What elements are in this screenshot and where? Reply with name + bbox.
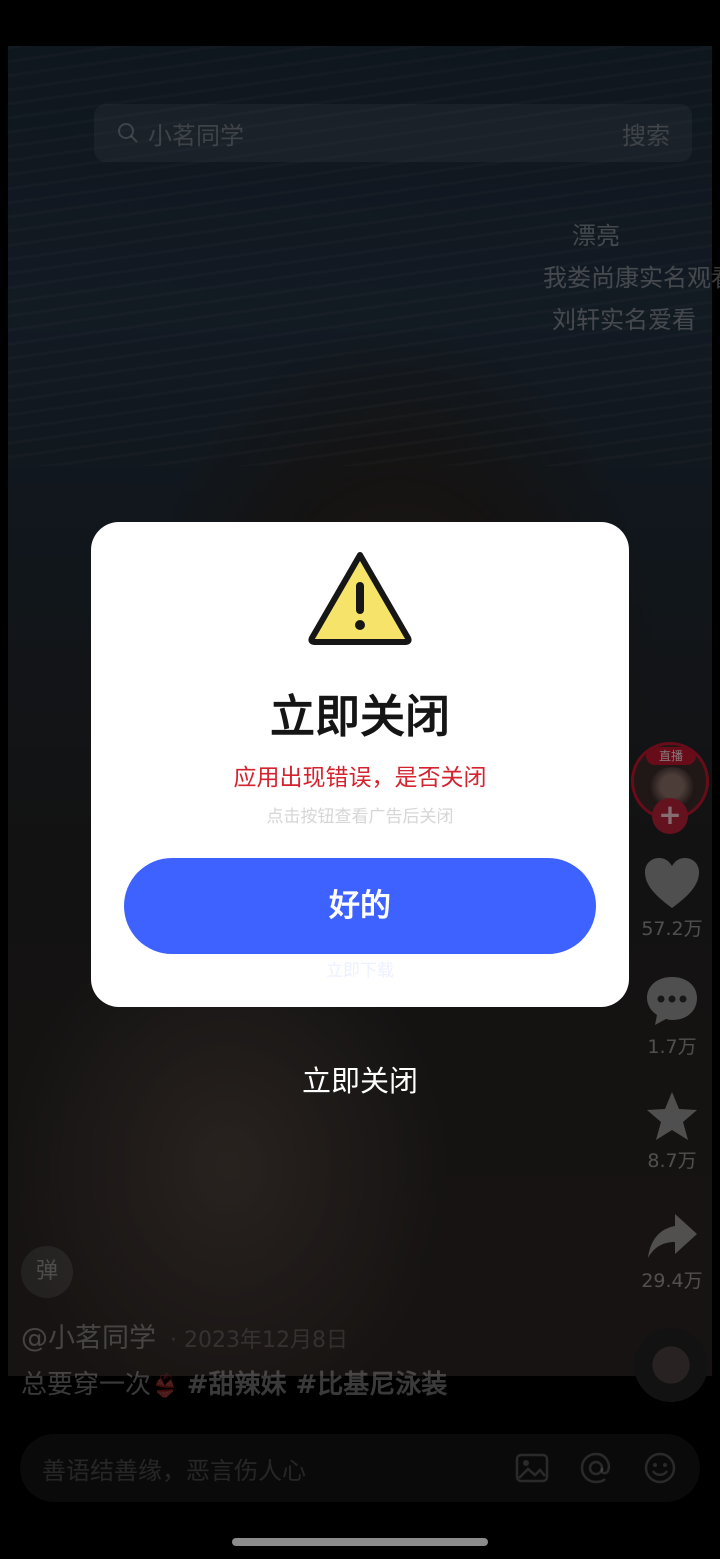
dialog-subtitle: 应用出现错误，是否关闭 [233,765,487,791]
close-now-link[interactable]: 立即关闭 [0,1058,720,1100]
download-ghost-text: 立即下载 [326,961,394,981]
ok-button[interactable]: 好的 [124,858,596,954]
error-dialog: 立即关闭 应用出现错误，是否关闭 点击按钮查看广告后关闭 好的 立即下载 [91,522,629,1007]
home-indicator [232,1538,488,1546]
warning-icon [308,552,412,645]
dialog-title: 立即关闭 [269,690,450,743]
dialog-hint: 点击按钮查看广告后关闭 [266,807,454,827]
